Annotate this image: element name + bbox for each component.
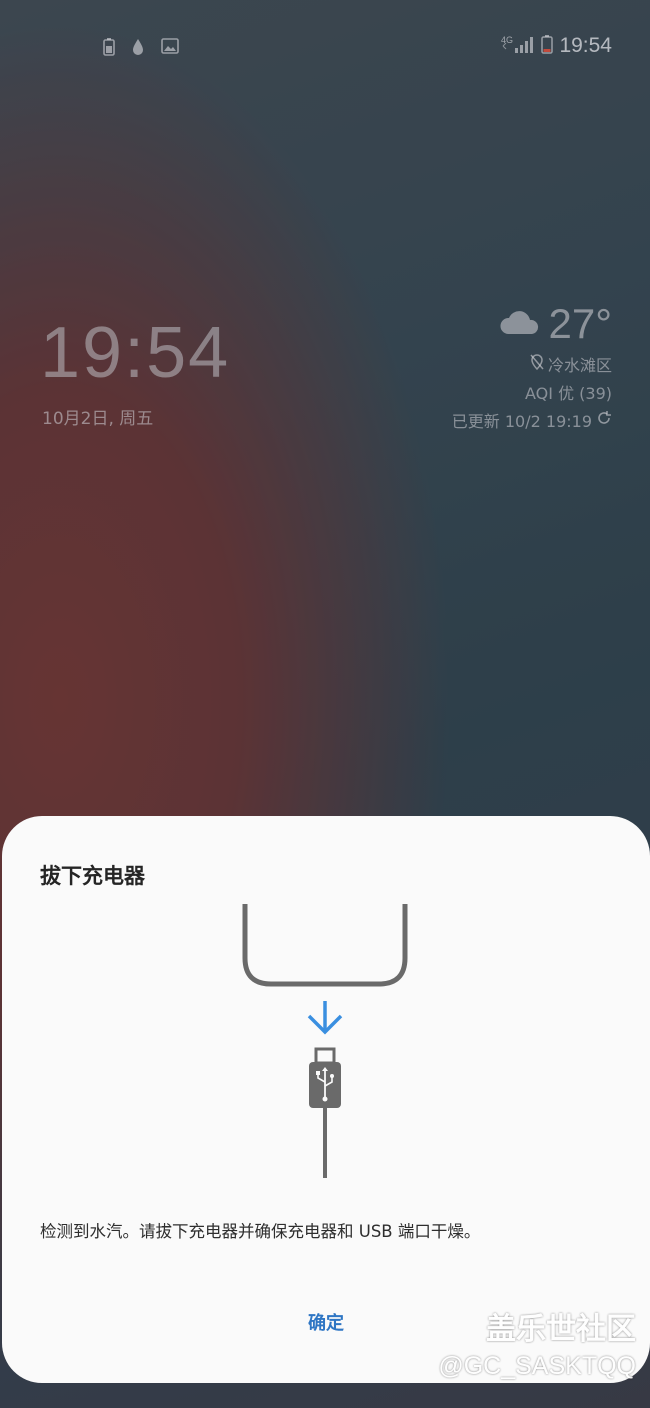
lock-date: 10月2日, 周五 [42,409,154,429]
weather-temp-row: 27° [452,300,612,348]
cloud-icon [498,308,542,340]
arrow-down-icon [307,1001,343,1035]
signal-icon: 4G [501,34,535,58]
location-off-icon [530,354,544,374]
water-drop-icon [131,38,145,60]
battery-low-icon [541,34,554,58]
gallery-icon [161,38,179,60]
lock-clock: 19:54 [40,313,231,393]
watermark-title: 盖乐世社区 [486,1312,636,1347]
unplug-illustration [242,904,408,1178]
unplug-charger-dialog: 拔下充电器 检测到水汽。请拔下充电器并确保充电器和 USB 端口干燥。 确定 [2,816,650,1383]
weather-location: 冷水滩区 [547,356,612,375]
dialog-title: 拔下充电器 [40,864,145,888]
status-bar: 4G 19:54 [0,30,650,66]
weather-widget[interactable]: 27° 冷水滩区 AQI 优 (39) 已更新 10/2 19:19 [452,300,612,432]
battery-saver-icon [103,38,115,60]
weather-updated-row: 已更新 10/2 19:19 [452,408,612,432]
weather-location-row: 冷水滩区 [452,352,612,376]
weather-updated: 已更新 10/2 19:19 [451,412,592,431]
refresh-icon[interactable] [596,410,612,430]
status-right: 4G 19:54 [501,34,612,58]
ok-button[interactable]: 确定 [276,1306,376,1340]
usb-plug-icon [309,1047,341,1178]
phone-bottom-icon [242,904,408,987]
watermark-id: @GC_SASKTQQ [438,1352,636,1380]
status-time: 19:54 [559,34,612,57]
weather-aqi: AQI 优 (39) [525,384,612,403]
status-left-icons [103,38,179,60]
weather-temperature: 27° [548,300,612,347]
network-type: 4G [501,35,513,45]
dialog-message: 检测到水汽。请拔下充电器并确保充电器和 USB 端口干燥。 [40,1222,481,1241]
